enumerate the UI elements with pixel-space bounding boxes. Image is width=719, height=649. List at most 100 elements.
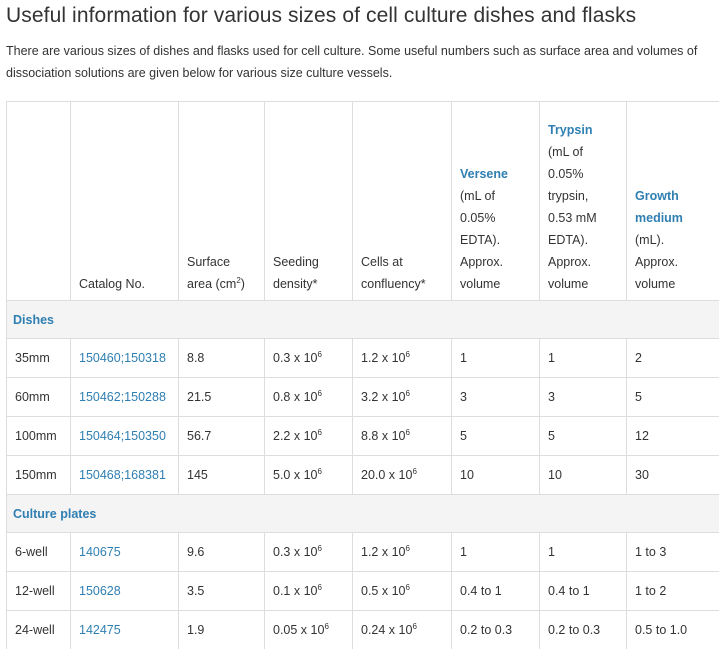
versene-cell: 10: [451, 455, 540, 495]
versene-cell: 0.2 to 0.3: [451, 610, 540, 649]
cells-cell-text: 1.2 x 10: [361, 545, 406, 559]
versene-cell: 3: [451, 377, 540, 417]
header-surface-label-b: area (cm: [187, 277, 237, 291]
catalog-cell: 150462;150288: [70, 377, 179, 417]
trypsin-cell-text: 10: [548, 468, 562, 482]
seeding-cell-text: 2.2 x 10: [273, 429, 318, 443]
header-trypsin: Trypsin (mL of 0.05% trypsin, 0.53 mM EDTA). A…: [539, 101, 627, 301]
trypsin-cell-text: 1: [548, 545, 555, 559]
surface-cell-text: 8.8: [187, 351, 205, 365]
catalog-cell-text[interactable]: 140675: [79, 545, 121, 559]
growth-cell: 30: [626, 455, 719, 495]
cells-cell-exponent: 6: [405, 350, 410, 359]
catalog-cell-text[interactable]: 142475: [79, 623, 121, 637]
section-label: Dishes: [6, 300, 719, 339]
seeding-cell-text: 0.1 x 10: [273, 584, 318, 598]
catalog-cell: 142475: [70, 610, 179, 649]
versene-link[interactable]: Versene: [460, 167, 508, 181]
trypsin-cell-text: 0.4 to 1: [548, 584, 590, 598]
versene-cell-text: 1: [460, 545, 467, 559]
trypsin-cell-text: 3: [548, 390, 555, 404]
versene-cell-text: 0.4 to 1: [460, 584, 502, 598]
seeding-cell-exponent: 6: [324, 622, 329, 631]
header-line: Approx.: [635, 255, 679, 269]
catalog-cell-text[interactable]: 150628: [79, 584, 121, 598]
growth-cell-text: 12: [635, 429, 649, 443]
growth-medium-link-b[interactable]: medium: [635, 211, 683, 225]
header-cells-label-a: Cells at: [361, 255, 403, 269]
cells-cell-text: 0.5 x 10: [361, 584, 406, 598]
cells-cell-exponent: 6: [412, 622, 417, 631]
versene-cell-text: 0.2 to 0.3: [460, 623, 513, 637]
table-row: 6-well 140675 9.6 0.3 x 106 1.2 x 106 1 1 1 to …: [6, 532, 719, 572]
growth-cell: 5: [626, 377, 719, 417]
surface-cell-text: 1.9: [187, 623, 205, 637]
cells-cell: 1.2 x 106: [352, 338, 452, 378]
size-cell: 35mm: [6, 338, 71, 378]
trypsin-link[interactable]: Trypsin: [548, 123, 592, 137]
seeding-cell: 0.1 x 106: [264, 571, 353, 611]
catalog-cell: 150628: [70, 571, 179, 611]
cells-cell: 0.24 x 106: [352, 610, 452, 649]
versene-cell-text: 3: [460, 390, 467, 404]
cells-cell-text: 20.0 x 10: [361, 468, 413, 482]
trypsin-cell-text: 1: [548, 351, 555, 365]
header-growth-rest: (mL). Approx. volume: [635, 233, 678, 291]
size-cell: 24-well: [6, 610, 71, 649]
size-cell-text: 24-well: [15, 623, 55, 637]
size-cell: 60mm: [6, 377, 71, 417]
cells-cell: 1.2 x 106: [352, 532, 452, 572]
table-row: 12-well 150628 3.5 0.1 x 106 0.5 x 106 0.4 to…: [6, 571, 719, 611]
catalog-cell-text[interactable]: 150462;150288: [79, 390, 166, 404]
section-label: Culture plates: [6, 494, 719, 533]
size-cell-text: 60mm: [15, 390, 50, 404]
trypsin-cell: 1: [539, 338, 627, 378]
trypsin-cell-text: 0.2 to 0.3: [548, 623, 601, 637]
versene-cell: 5: [451, 416, 540, 456]
seeding-cell-exponent: 6: [317, 544, 322, 553]
header-empty: [6, 101, 71, 301]
surface-cell: 56.7: [178, 416, 265, 456]
catalog-cell-text[interactable]: 150468;168381: [79, 468, 166, 482]
growth-cell: 1 to 2: [626, 571, 719, 611]
trypsin-cell-text: 5: [548, 429, 555, 443]
header-catalog-label: Catalog No.: [79, 277, 146, 291]
header-versene-rest: (mL of 0.05% EDTA). Approx. volume: [460, 189, 503, 291]
seeding-cell-exponent: 6: [317, 583, 322, 592]
table-row: 60mm 150462;150288 21.5 0.8 x 106 3.2 x 106 3…: [6, 377, 719, 417]
size-cell: 150mm: [6, 455, 71, 495]
versene-cell-text: 5: [460, 429, 467, 443]
size-cell-text: 35mm: [15, 351, 50, 365]
versene-cell: 1: [451, 532, 540, 572]
header-surface-label-a: Surface: [187, 255, 231, 269]
versene-cell-text: 1: [460, 351, 467, 365]
section-row: Dishes: [6, 300, 719, 339]
header-line: Approx.: [548, 255, 592, 269]
table-row: 150mm 150468;168381 145 5.0 x 106 20.0 x 106…: [6, 455, 719, 495]
header-surface-label-c: ): [240, 277, 245, 291]
catalog-cell-text[interactable]: 150464;150350: [79, 429, 166, 443]
cells-cell-exponent: 6: [405, 544, 410, 553]
header-line: volume: [635, 277, 676, 291]
catalog-cell-text[interactable]: 150460;150318: [79, 351, 166, 365]
surface-cell: 8.8: [178, 338, 265, 378]
table-row: 100mm 150464;150350 56.7 2.2 x 106 8.8 x 106…: [6, 416, 719, 456]
surface-cell: 21.5: [178, 377, 265, 417]
growth-medium-link-a[interactable]: Growth: [635, 189, 679, 203]
trypsin-cell: 1: [539, 532, 627, 572]
size-cell-text: 12-well: [15, 584, 55, 598]
seeding-cell-text: 0.3 x 10: [273, 545, 318, 559]
growth-cell: 1 to 3: [626, 532, 719, 572]
catalog-cell: 150464;150350: [70, 416, 179, 456]
cells-cell-exponent: 6: [405, 583, 410, 592]
trypsin-cell: 0.4 to 1: [539, 571, 627, 611]
versene-cell-text: 10: [460, 468, 474, 482]
trypsin-cell: 10: [539, 455, 627, 495]
header-seeding-density: Seeding density*: [264, 101, 353, 301]
page-title: Useful information for various sizes of …: [6, 4, 637, 27]
seeding-cell: 0.05 x 106: [264, 610, 353, 649]
header-versene: Versene (mL of 0.05% EDTA). Approx. volume: [451, 101, 540, 301]
growth-cell-text: 2: [635, 351, 642, 365]
header-cells-confluency: Cells at confluency*: [352, 101, 452, 301]
growth-cell-text: 1 to 3: [635, 545, 667, 559]
